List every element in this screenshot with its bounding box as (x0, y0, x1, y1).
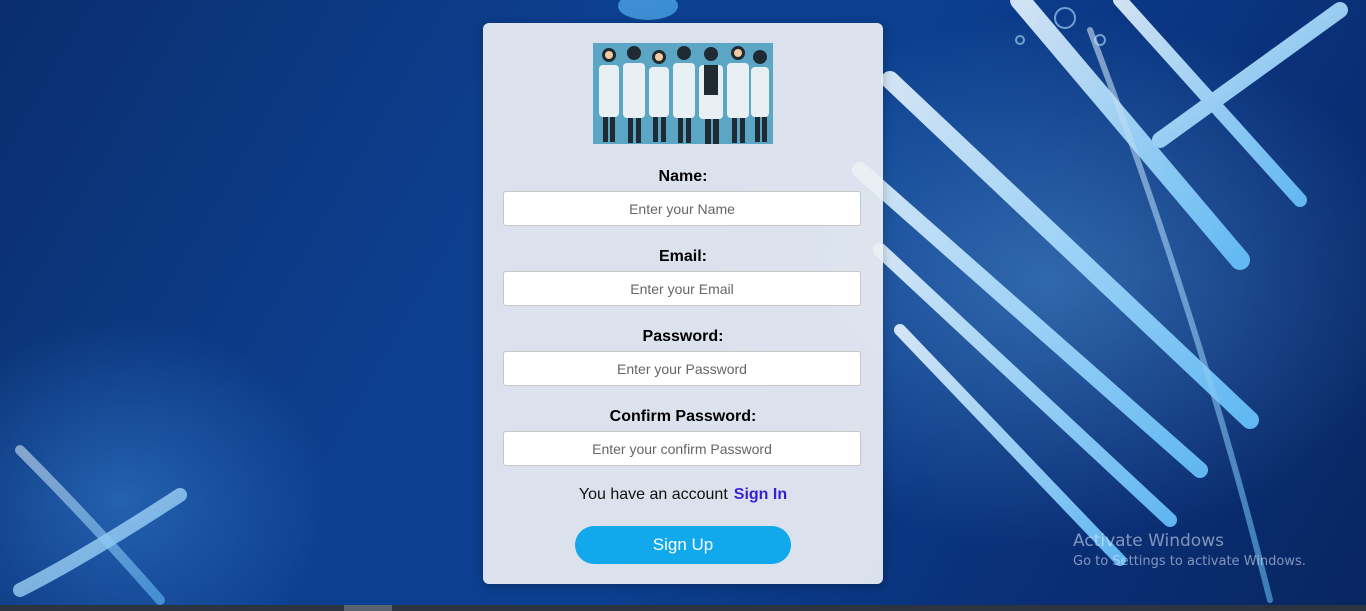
confirm-password-label: Confirm Password: (609, 408, 757, 425)
sign-in-link[interactable]: Sign In (734, 486, 787, 503)
windows-activation-watermark: Activate Windows Go to Settings to activ… (1073, 531, 1306, 569)
name-input[interactable] (503, 191, 861, 226)
email-input[interactable] (503, 271, 861, 306)
watermark-title: Activate Windows (1073, 531, 1224, 551)
taskbar (0, 605, 1366, 611)
name-label: Name: (658, 168, 708, 185)
email-label: Email: (658, 248, 707, 265)
doctors-logo-image (593, 43, 773, 144)
password-input[interactable] (503, 351, 861, 386)
signup-card: Name: Email: Password: Confirm Password:… (483, 23, 883, 584)
password-label: Password: (642, 328, 724, 345)
account-prompt: You have an account Sign In (483, 486, 883, 504)
account-prompt-text: You have an account (578, 486, 728, 503)
sign-up-button[interactable]: Sign Up (575, 526, 791, 564)
confirm-password-input[interactable] (503, 431, 861, 466)
watermark-subtitle: Go to Settings to activate Windows. (1073, 554, 1306, 569)
taskbar-item[interactable] (344, 605, 392, 611)
